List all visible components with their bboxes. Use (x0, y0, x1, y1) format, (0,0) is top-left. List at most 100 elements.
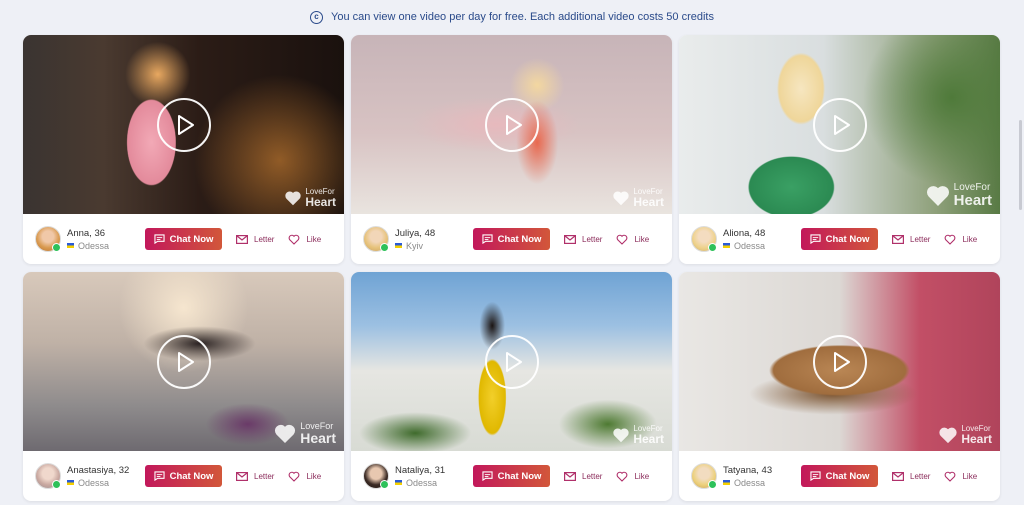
profile-info: Juliya, 48 Kyiv (395, 228, 469, 251)
brand-watermark: LoveFor Heart (612, 425, 664, 445)
envelope-icon (892, 471, 904, 481)
letter-button[interactable]: Letter (564, 235, 602, 244)
profile-name[interactable]: Tatyana, 43 (723, 465, 797, 476)
video-card: LoveFor Heart Juliya, 48 Kyiv Chat Now Le… (351, 35, 672, 264)
chat-now-button[interactable]: Chat Now (801, 228, 878, 250)
avatar[interactable] (691, 226, 717, 252)
profile-city: Odessa (78, 240, 110, 251)
online-indicator (52, 243, 61, 252)
video-card: LoveFor Heart Anna, 36 Odessa Chat Now Le… (23, 35, 344, 264)
play-icon (177, 114, 194, 135)
profile-info: Nataliya, 31 Odessa (395, 465, 469, 488)
heart-logo-icon (939, 427, 957, 444)
video-card: LoveFor Heart Aliona, 48 Odessa Chat Now … (679, 35, 1000, 264)
like-button[interactable]: Like (616, 234, 649, 245)
chat-now-label: Chat Now (497, 470, 542, 482)
like-button[interactable]: Like (616, 471, 649, 482)
flag-icon (395, 480, 402, 485)
chat-bubble-icon (482, 471, 493, 481)
brand-watermark: LoveFor Heart (938, 425, 992, 445)
profile-name[interactable]: Aliona, 48 (723, 228, 797, 239)
like-label: Like (306, 234, 322, 244)
avatar[interactable] (35, 463, 61, 489)
letter-label: Letter (910, 471, 931, 481)
play-button[interactable] (156, 97, 211, 152)
profile-name[interactable]: Anastasiya, 32 (67, 465, 141, 476)
video-thumbnail[interactable]: LoveFor Heart (351, 272, 672, 451)
profile-name[interactable]: Anna, 36 (67, 228, 141, 239)
like-button[interactable]: Like (288, 234, 321, 245)
play-icon (833, 351, 850, 372)
like-label: Like (634, 471, 650, 481)
play-icon (505, 114, 522, 135)
brand-line2: Heart (633, 195, 664, 209)
video-thumbnail[interactable]: LoveFor Heart (23, 272, 344, 451)
brand-line2: Heart (633, 432, 664, 446)
heart-logo-icon (926, 186, 949, 206)
chat-bubble-icon (810, 234, 821, 244)
like-button[interactable]: Like (944, 471, 977, 482)
video-thumbnail[interactable]: LoveFor Heart (679, 272, 1000, 451)
online-indicator (708, 243, 717, 252)
play-icon (505, 351, 522, 372)
letter-label: Letter (910, 234, 931, 244)
chat-now-label: Chat Now (825, 233, 870, 245)
play-button[interactable] (484, 97, 539, 152)
profile-name[interactable]: Nataliya, 31 (395, 465, 469, 476)
video-thumbnail[interactable]: LoveFor Heart (679, 35, 1000, 214)
play-button[interactable] (812, 334, 867, 389)
letter-button[interactable]: Letter (236, 235, 274, 244)
heart-icon (617, 234, 628, 245)
profile-city: Odessa (734, 477, 766, 488)
chat-now-button[interactable]: Chat Now (145, 465, 222, 487)
video-grid: LoveFor Heart Anna, 36 Odessa Chat Now Le… (23, 35, 1000, 501)
online-indicator (52, 480, 61, 489)
card-info: Juliya, 48 Kyiv Chat Now Letter Like (351, 214, 672, 264)
letter-button[interactable]: Letter (892, 472, 930, 481)
like-button[interactable]: Like (288, 471, 321, 482)
card-info: Nataliya, 31 Odessa Chat Now Letter Like (351, 451, 672, 501)
chat-now-button[interactable]: Chat Now (473, 228, 550, 250)
online-indicator (380, 480, 389, 489)
avatar[interactable] (363, 463, 389, 489)
chat-bubble-icon (810, 471, 821, 481)
profile-info: Anastasiya, 32 Odessa (67, 465, 141, 488)
letter-button[interactable]: Letter (892, 235, 930, 244)
heart-icon (945, 234, 956, 245)
letter-button[interactable]: Letter (236, 472, 274, 481)
like-label: Like (962, 234, 978, 244)
play-button[interactable] (156, 334, 211, 389)
video-thumbnail[interactable]: LoveFor Heart (351, 35, 672, 214)
avatar[interactable] (35, 226, 61, 252)
heart-logo-icon (285, 191, 301, 206)
chat-now-button[interactable]: Chat Now (145, 228, 222, 250)
scrollbar-thumb[interactable] (1019, 120, 1022, 210)
chat-now-label: Chat Now (169, 470, 214, 482)
letter-button[interactable]: Letter (564, 472, 602, 481)
play-button[interactable] (812, 97, 867, 152)
profile-name[interactable]: Juliya, 48 (395, 228, 469, 239)
card-info: Anastasiya, 32 Odessa Chat Now Letter Li… (23, 451, 344, 501)
flag-icon (67, 480, 74, 485)
letter-label: Letter (254, 471, 275, 481)
brand-watermark: LoveFor Heart (273, 422, 336, 445)
letter-label: Letter (582, 234, 603, 244)
video-thumbnail[interactable]: LoveFor Heart (23, 35, 344, 214)
brand-watermark: LoveFor Heart (612, 188, 664, 208)
heart-logo-icon (275, 424, 296, 444)
avatar[interactable] (691, 463, 717, 489)
letter-label: Letter (254, 234, 275, 244)
heart-icon (945, 471, 956, 482)
brand-watermark: LoveFor Heart (284, 188, 336, 208)
brand-line2: Heart (961, 432, 992, 446)
chat-now-button[interactable]: Chat Now (473, 465, 550, 487)
chat-now-button[interactable]: Chat Now (801, 465, 878, 487)
chat-bubble-icon (482, 234, 493, 244)
like-button[interactable]: Like (944, 234, 977, 245)
chat-now-label: Chat Now (825, 470, 870, 482)
card-info: Aliona, 48 Odessa Chat Now Letter Like (679, 214, 1000, 264)
play-icon (833, 114, 850, 135)
play-button[interactable] (484, 334, 539, 389)
notice-text: You can view one video per day for free.… (331, 11, 714, 23)
avatar[interactable] (363, 226, 389, 252)
